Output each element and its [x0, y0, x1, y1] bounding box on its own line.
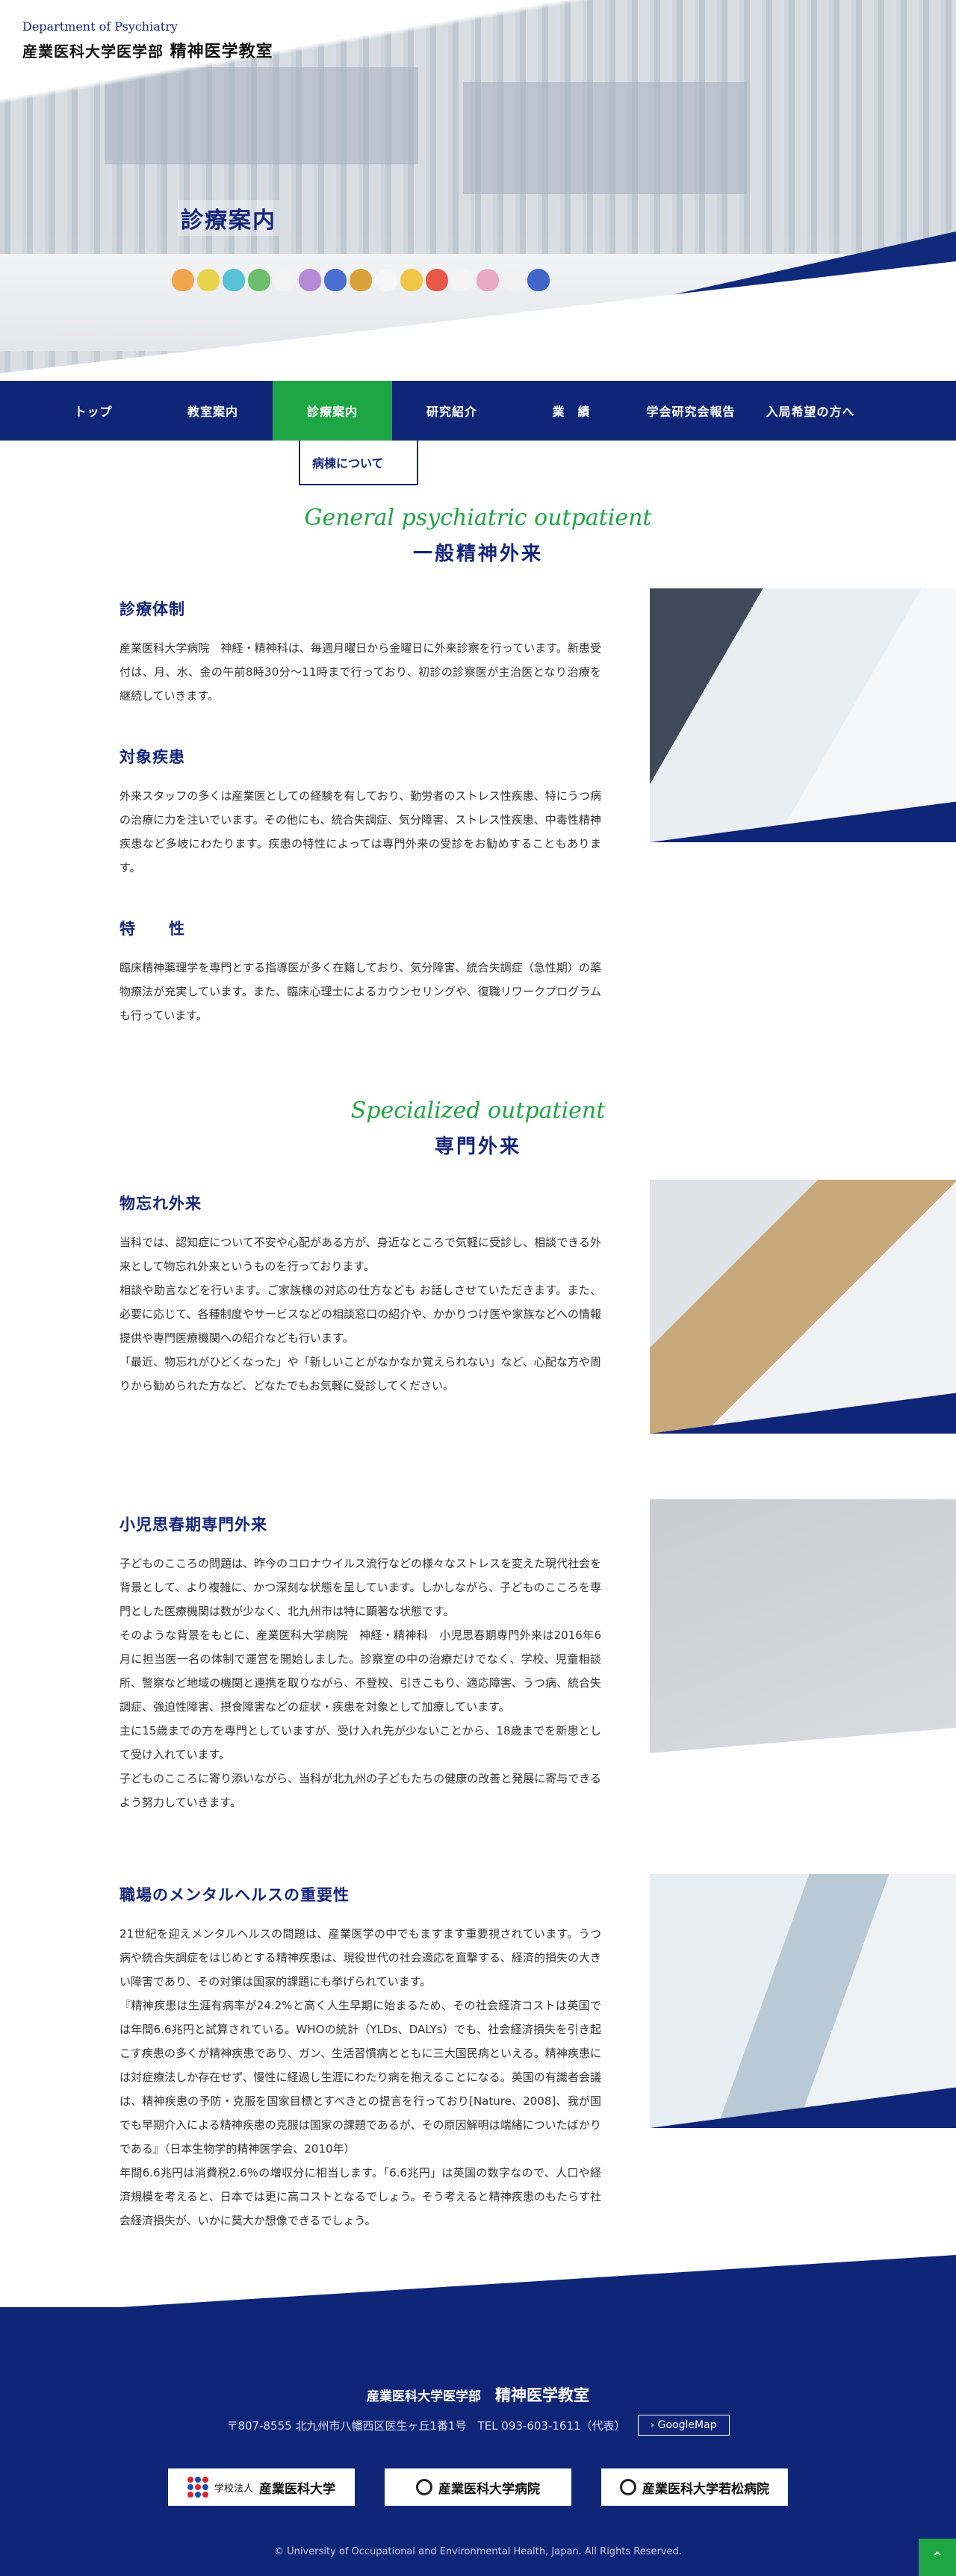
item-text: 「最近、物忘れがひどくなった」や「新しいことがなかなか覚えられない」など、心配な…: [120, 1355, 601, 1393]
dept-name-en: Department of Psychiatry: [22, 19, 178, 34]
photo-doctor-monitor: [650, 1874, 956, 2128]
nav-item-recruit[interactable]: 入局希望の方へ: [751, 381, 870, 441]
univ-name: 産業医科大学医学部: [22, 43, 164, 60]
item-text: そのような背景をもとに、産業医科大学病院 神経・精神科 小児思春期専門外来は20…: [120, 1628, 601, 1714]
item-text: 『精神疾患は生涯有病率が24.2%と高く人生早期に始まるため、その社会経済コスト…: [120, 1999, 601, 2156]
item-heading: 小児思春期専門外来: [120, 1516, 267, 1534]
item-text: 年間6.6兆円は消費税2.6％の増収分に相当します。「6.6兆円」は英国の数字な…: [120, 2166, 601, 2227]
hospital-logo-icon: [416, 2479, 432, 2495]
footer-logos: 学校法人 産業医科大学 産業医科大学病院 産業医科大学若松病院: [0, 2468, 956, 2506]
nav-item-conferences[interactable]: 学会研究会報告: [631, 381, 751, 441]
specialized-item-memory: 物忘れ外来 当科では、認知症について不安や心配がある方が、身近なところで気軽に受…: [120, 1192, 601, 1398]
page-title: 診療案内: [178, 200, 279, 236]
footer-address: 〒807-8555 北九州市八幡西区医生ヶ丘1番1号 TEL 093-603-1…: [226, 2418, 626, 2433]
googlemap-button[interactable]: › GoogleMap: [637, 2415, 730, 2436]
item-text: 子どものこころに寄り添いながら、当科が北九州の子どもたちの健康の改善と発展に寄与…: [120, 1772, 601, 1809]
section-heading-general: General psychiatric outpatient 一般精神外来: [0, 505, 956, 566]
content-item: 診療体制 産業医科大学病院 神経・精神科は、毎週月曜日から金曜日に外来診察を行っ…: [120, 597, 601, 708]
content-item: 対象疾患 外来スタッフの多くは産業医としての経験を有しており、勤労者のストレス性…: [120, 745, 601, 880]
item-heading: 職場のメンタルヘルスの重要性: [120, 1886, 350, 1904]
section-title-ja: 専門外来: [434, 1136, 521, 1158]
item-text: 当科では、認知症について不安や心配がある方が、身近なところで気軽に受診し、相談で…: [120, 1236, 601, 1273]
item-text: 産業医科大学病院 神経・精神科は、毎週月曜日から金曜日に外来診察を行っています。…: [120, 641, 601, 703]
footer-univ: 産業医科大学医学部: [366, 2389, 481, 2404]
item-text: 外来スタッフの多くは産業医としての経験を有しており、勤労者のストレス性疾患、特に…: [120, 789, 601, 874]
item-heading: 対象疾患: [120, 748, 185, 766]
item-heading: 特 性: [120, 920, 185, 938]
content-item: 特 性 臨床精神薬理学を専門とする指導医が多く在籍しており、気分障害、統合失調症…: [120, 917, 601, 1027]
page-top-button[interactable]: ⌃: [919, 2539, 956, 2576]
nav-item-research[interactable]: 研究紹介: [392, 381, 512, 441]
chevron-right-icon: ›: [650, 2419, 655, 2431]
item-text: 主に15歳までの方を専門としていますが、受け入れ先が少ないことから、18歳までを…: [120, 1724, 601, 1761]
footer-dept: 精神医学教室: [495, 2386, 590, 2404]
photo-doctor-xray: [650, 588, 956, 842]
item-text: 21世紀を迎えメンタルヘルスの問題は、産業医学の中でもますます重要視されています…: [120, 1927, 601, 1988]
uoeh-logo-icon: [187, 2477, 208, 2498]
footer-diagonal: [0, 2255, 956, 2315]
nav-item-top[interactable]: トップ: [34, 381, 153, 441]
logo-label: 産業医科大学: [259, 2481, 335, 2497]
photo-placeholder: [650, 1499, 956, 1753]
logo-uoeh-hospital[interactable]: 産業医科大学病院: [385, 2468, 571, 2506]
section-heading-specialized: Specialized outpatient 専門外来: [0, 1098, 956, 1159]
global-nav: トップ 教室案内 診療案内 研究紹介 業 績 学会研究会報告 入局希望の方へ: [0, 381, 956, 441]
general-content: 診療体制 産業医科大学病院 神経・精神科は、毎週月曜日から金曜日に外来診察を行っ…: [120, 597, 601, 1065]
footer: [0, 2307, 956, 2576]
hero: Department of Psychiatry 産業医科大学医学部 精神医学教…: [0, 0, 956, 381]
nav-item-about[interactable]: 教室案内: [153, 381, 273, 441]
specialized-item-child: 小児思春期専門外来 子どものこころの問題は、昨今のコロナウイルス流行などの様々な…: [120, 1513, 601, 1814]
site-brand[interactable]: Department of Psychiatry 産業医科大学医学部 精神医学教…: [22, 19, 273, 62]
footer-address-row: 〒807-8555 北九州市八幡西区医生ヶ丘1番1号 TEL 093-603-1…: [0, 2415, 956, 2436]
hospital-logo-icon: [620, 2479, 636, 2495]
logo-uoeh[interactable]: 学校法人 産業医科大学: [168, 2468, 355, 2506]
logo-label: 産業医科大学病院: [438, 2481, 540, 2497]
dept-name-ja: 産業医科大学医学部 精神医学教室: [22, 38, 273, 62]
item-heading: 診療体制: [120, 600, 185, 618]
nav-item-achievements[interactable]: 業 績: [512, 381, 631, 441]
logo-prefix: 学校法人: [214, 2483, 253, 2495]
section-title-en: General psychiatric outpatient: [304, 505, 652, 531]
chevron-up-icon: ⌃: [931, 2548, 944, 2566]
dept-name: 精神医学教室: [170, 43, 273, 61]
specialized-item-workplace: 職場のメンタルヘルスの重要性 21世紀を迎えメンタルヘルスの問題は、産業医学の中…: [120, 1883, 601, 2233]
item-text: 相談や助言などを行います。ご家族様の対応の仕方なども お話しさせていただきます。…: [120, 1284, 601, 1345]
submenu-ward[interactable]: 病棟について: [299, 441, 418, 485]
item-text: 子どものこころの問題は、昨今のコロナウイルス流行などの様々なストレスを変えた現代…: [120, 1557, 602, 1618]
section-title-ja: 一般精神外来: [412, 543, 543, 565]
item-heading: 物忘れ外来: [120, 1195, 202, 1213]
nav-item-clinic[interactable]: 診療案内: [273, 381, 392, 441]
footer-title: 産業医科大学医学部 精神医学教室: [0, 2383, 956, 2406]
item-text: 臨床精神薬理学を専門とする指導医が多く在籍しており、気分障害、統合失調症（急性期…: [120, 961, 601, 1022]
googlemap-label: GoogleMap: [657, 2419, 717, 2431]
section-title-en: Specialized outpatient: [350, 1098, 606, 1124]
logo-wakamatsu-hospital[interactable]: 産業医科大学若松病院: [601, 2468, 788, 2506]
copyright: © University of Occupational and Environ…: [274, 2546, 682, 2557]
photo-doctor-desk: [650, 1180, 956, 1434]
logo-label: 産業医科大学若松病院: [642, 2481, 769, 2497]
